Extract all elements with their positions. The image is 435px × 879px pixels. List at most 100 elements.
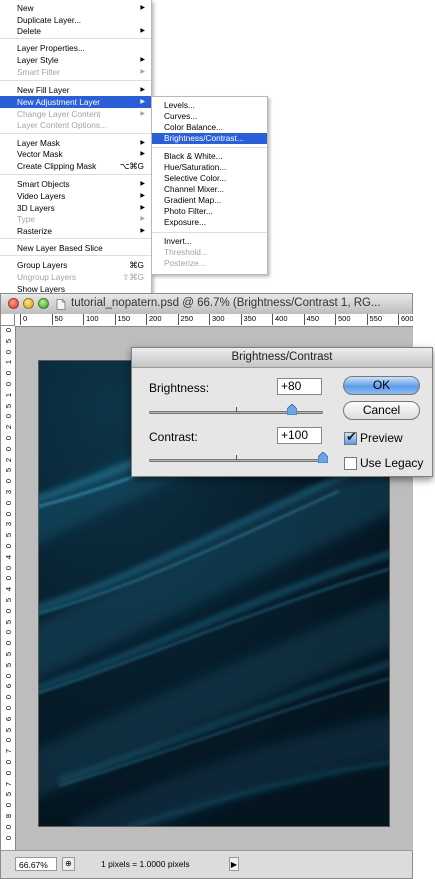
menu-item-label: New Fill Layer [17,85,70,95]
menu-item-new[interactable]: New ▶ [0,2,151,14]
ruler-label: 50 [51,314,63,325]
submenu-item-black-white[interactable]: Black & White... [152,151,267,162]
ruler-label: 150 [114,314,130,325]
submenu-item-threshold: Threshold... [164,247,208,257]
vertical-ruler[interactable]: 0 5 0 1 0 0 1 5 0 2 0 0 2 5 0 3 0 0 3 5 0 4 0 0 4 5 0 5 0 0 5 5 0 6 0 0 6 5 0 7… [1,326,16,851]
document-icon [56,299,66,310]
ruler-label: 5 [4,727,13,732]
ruler-label: 0 [4,576,13,581]
preview-label: Preview [360,431,403,445]
menu-item-label: Smart Filter [17,67,60,77]
status-arrow-icon[interactable]: ▶ [229,857,239,871]
window-titlebar[interactable]: tutorial_nopatern.psd @ 66.7% (Brightnes… [1,294,412,315]
menu-item-label: Group Layers [17,260,68,270]
ruler-label: 0 [4,479,13,484]
brightness-input[interactable]: +80 [277,378,322,395]
minimize-button[interactable] [23,298,34,309]
menu-item-vector-mask[interactable]: Vector Mask ▶ [0,148,151,160]
ruler-label: 0 [4,371,13,376]
submenu-item-brightness-contrast[interactable]: Brightness/Contrast... [152,133,267,144]
submenu-item-curves[interactable]: Curves... [152,111,267,122]
dialog-title[interactable]: Brightness/Contrast [132,348,432,368]
submenu-item-photo-filter[interactable]: Photo Filter... [152,206,267,217]
menu-item-type: Type ▶ [0,213,151,225]
ruler-label: 0 [4,738,13,743]
ruler-label: 2 [4,425,13,430]
ruler-label: 0 [4,500,13,505]
submenu-arrow-icon: ▶ [140,193,145,199]
ruler-label: 0 [4,630,13,635]
ruler-label: 0 [20,314,27,325]
menu-item-new-layer-based-slice[interactable]: New Layer Based Slice [0,242,151,254]
submenu-item-gradient-map[interactable]: Gradient Map... [152,195,267,206]
menu-item-group-layers[interactable]: Group Layers ⌘G [0,259,151,271]
submenu-item-selective-color[interactable]: Selective Color... [152,173,267,184]
submenu-item-hue-saturation[interactable]: Hue/Saturation... [152,162,267,173]
ruler-label: 0 [4,760,13,765]
ruler-label: 250 [177,314,193,325]
menu-item-layer-properties[interactable]: Layer Properties... [0,42,151,54]
zoom-button[interactable] [38,298,49,309]
ruler-label: 6 [4,716,13,721]
submenu-item-exposure[interactable]: Exposure... [152,217,267,228]
menu-shortcut: ⌘G [129,260,144,270]
ruler-label: 4 [4,554,13,559]
menu-item-layer-style[interactable]: Layer Style ▶ [0,54,151,66]
submenu-arrow-icon: ▶ [140,28,145,34]
menu-item-new-fill-layer[interactable]: New Fill Layer ▶ [0,84,151,96]
ruler-label: 500 [335,314,351,325]
ruler-label: 5 [4,652,13,657]
horizontal-ruler[interactable]: 0 50 100 150 200 250 300 350 400 450 500 550 600 [15,314,413,327]
menu-item-rasterize[interactable]: Rasterize ▶ [0,225,151,237]
menu-separator [0,255,151,256]
menu-item-delete[interactable]: Delete ▶ [0,25,151,37]
ruler-label: 4 [4,587,13,592]
ruler-label: 400 [272,314,288,325]
submenu-arrow-icon: ▶ [140,5,145,11]
ruler-label: 300 [209,314,225,325]
submenu-item-levels[interactable]: Levels... [152,100,267,111]
ruler-label: 3 [4,522,13,527]
menu-item-create-clipping-mask[interactable]: Create Clipping Mask ⌥⌘G [0,160,151,172]
ruler-label: 0 [4,770,13,775]
cancel-button[interactable]: Cancel [343,401,420,420]
preview-checkbox[interactable]: ✔ [344,429,357,445]
use-legacy-checkbox[interactable] [344,457,357,470]
menu-separator [0,133,151,134]
ruler-label: 200 [146,314,162,325]
contrast-input[interactable]: +100 [277,427,322,444]
submenu-arrow-icon: ▶ [140,216,145,222]
menu-item-video-layers[interactable]: Video Layers ▶ [0,190,151,202]
menu-item-label: 3D Layers [17,203,55,213]
menu-separator [152,232,267,233]
menu-item-smart-objects[interactable]: Smart Objects ▶ [0,178,151,190]
use-legacy-label: Use Legacy [360,456,424,470]
submenu-item-invert[interactable]: Invert... [152,236,267,247]
ruler-label: 450 [303,314,319,325]
ruler-label: 7 [4,749,13,754]
submenu-item-channel-mixer[interactable]: Channel Mixer... [152,184,267,195]
submenu-arrow-icon: ▶ [140,228,145,234]
menu-item-new-adjustment-layer[interactable]: New Adjustment Layer ▶ [0,96,151,108]
brightness-slider-thumb[interactable] [286,404,297,415]
ruler-label: 5 [4,598,13,603]
close-button[interactable] [8,298,19,309]
menu-separator [152,147,267,148]
menu-item-label: New Layer Based Slice [17,243,103,253]
status-menu-icon[interactable]: ⊕ [62,857,75,871]
ruler-label: 0 [4,328,13,333]
checkmark-icon: ✔ [346,429,357,444]
ruler-label: 0 [4,414,13,419]
menu-item-label: Ungroup Layers [17,272,77,282]
zoom-level-field[interactable]: 66.67% [15,857,57,871]
status-info-text: 1 pixels = 1.0000 pixels [101,859,190,869]
ruler-label: 0 [4,382,13,387]
submenu-arrow-icon: ▶ [140,87,145,93]
menu-item-label: Rasterize [17,226,53,236]
submenu-arrow-icon: ▶ [140,69,145,75]
submenu-item-color-balance[interactable]: Color Balance... [152,122,267,133]
ok-button[interactable]: OK [343,376,420,395]
menu-item-label: Video Layers [17,191,66,201]
contrast-slider-thumb[interactable] [318,452,328,463]
ruler-corner [1,314,15,326]
